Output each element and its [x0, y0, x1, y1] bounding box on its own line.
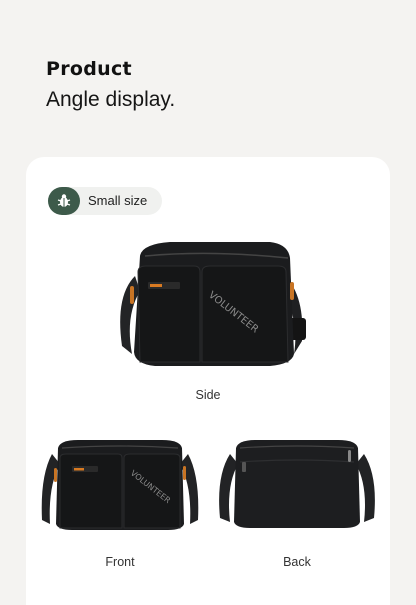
- size-tag-label: Small size: [88, 193, 148, 208]
- product-card: [26, 157, 390, 605]
- back-view-bag-image: [219, 440, 375, 528]
- side-caption: Side: [195, 388, 221, 402]
- angle-display-subtitle: Angle display.: [46, 88, 176, 111]
- front-view-bag-image: VOLUNTEER: [41, 440, 199, 530]
- bug-icon: [48, 187, 80, 215]
- side-view-bag-image: VOLUNTEER: [120, 242, 306, 366]
- product-heading: Product: [46, 58, 132, 80]
- back-caption: Back: [283, 555, 311, 569]
- front-caption: Front: [105, 555, 135, 569]
